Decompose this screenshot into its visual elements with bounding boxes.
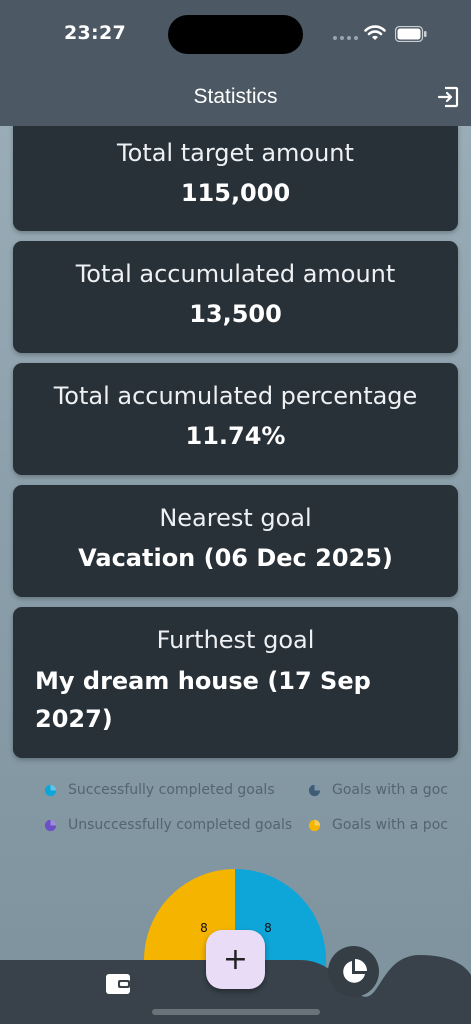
legend-item: Goals with a goc [308, 782, 448, 798]
card-value: Vacation (06 Dec 2025) [78, 544, 393, 572]
cellular-signal-icon [333, 36, 358, 40]
statistics-nav-button[interactable] [328, 946, 379, 997]
card-value: 11.74% [185, 422, 286, 450]
legend-label: Goals with a goc [332, 782, 448, 798]
card-nearest-goal: Nearest goal Vacation (06 Dec 2025) [13, 485, 458, 597]
legend-label: Successfully completed goals [68, 782, 275, 798]
legend-label: Goals with a poc [332, 817, 448, 833]
legend-item: Successfully completed goals [44, 782, 275, 798]
legend-item: Goals with a poc [308, 817, 448, 833]
add-goal-button[interactable]: + [206, 930, 265, 989]
card-label: Total accumulated amount [75, 260, 396, 288]
card-furthest-goal: Furthest goal My dream house (17 Sep 202… [13, 607, 458, 758]
pie-icon [308, 819, 321, 831]
wifi-icon [364, 25, 386, 40]
logout-icon[interactable] [436, 85, 460, 109]
legend-label: Unsuccessfully completed goals [68, 817, 293, 833]
page-title: Statistics [193, 85, 278, 108]
card-value: My dream house (17 Sep 2027) [35, 667, 371, 733]
card-total-accumulated: Total accumulated amount 13,500 [13, 241, 458, 353]
chart-legend: Successfully completed goals Goals with … [0, 782, 471, 838]
pie-chart-icon [342, 958, 367, 983]
card-label: Total target amount [117, 139, 354, 167]
home-indicator [152, 1009, 320, 1015]
card-value: 115,000 [180, 179, 291, 207]
legend-item: Unsuccessfully completed goals [44, 817, 292, 833]
card-value: 13,500 [189, 300, 282, 328]
pie-icon [308, 784, 321, 796]
card-label: Nearest goal [159, 504, 312, 532]
pie-icon [44, 784, 57, 796]
pie-data-label: 8 [264, 921, 272, 935]
app-bar: 23:27 Statistics [0, 0, 471, 126]
pie-data-label: 8 [200, 921, 208, 935]
battery-icon [395, 26, 427, 42]
card-accumulated-percentage: Total accumulated percentage 11.74% [13, 363, 458, 475]
wallet-icon[interactable] [104, 970, 132, 998]
card-total-target: Total target amount 115,000 [13, 118, 458, 231]
card-label: Furthest goal [156, 626, 315, 654]
status-time: 23:27 [64, 22, 126, 44]
pie-icon [44, 819, 57, 831]
dynamic-island [168, 15, 303, 54]
card-label: Total accumulated percentage [53, 382, 418, 410]
